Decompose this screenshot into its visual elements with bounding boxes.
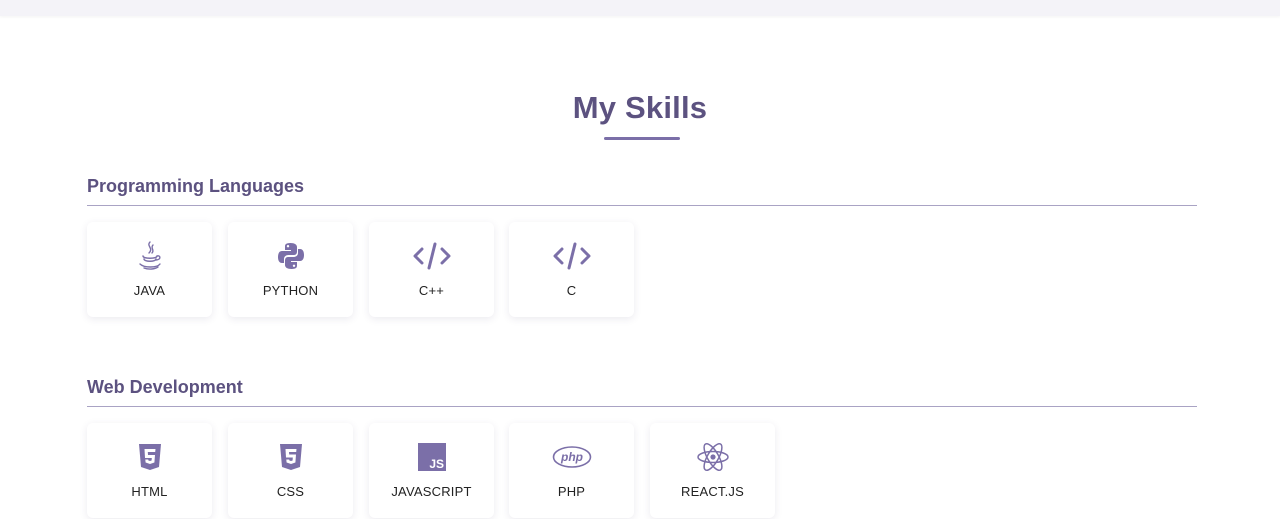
code-icon: [509, 238, 634, 274]
skill-label: PHP: [557, 484, 586, 499]
skill-card-php: php PHP: [509, 423, 634, 518]
code-icon: [369, 238, 494, 274]
js-badge-text: JS: [429, 457, 444, 471]
css3-icon: [228, 439, 353, 475]
skill-card-html: HTML: [87, 423, 212, 518]
react-icon: [650, 439, 775, 475]
js-icon: JS: [369, 439, 494, 475]
section-heading-web-development: Web Development: [87, 377, 243, 397]
php-icon: php: [509, 439, 634, 475]
skill-card-reactjs: REACT.JS: [650, 423, 775, 518]
section-divider: [87, 205, 1197, 206]
skill-label: REACT.JS: [680, 484, 744, 499]
top-navbar: [0, 0, 1280, 16]
skill-card-c: C: [509, 222, 634, 317]
skill-card-javascript: JS JAVASCRIPT: [369, 423, 494, 518]
title-underline: [604, 137, 680, 140]
skill-label: PYTHON: [262, 283, 319, 298]
skill-card-java: JAVA: [87, 222, 212, 317]
skill-card-python: PYTHON: [228, 222, 353, 317]
section-heading-programming-languages: Programming Languages: [87, 176, 305, 196]
php-badge-text: php: [560, 450, 583, 464]
skill-label: CSS: [276, 484, 305, 499]
skill-card-css: CSS: [228, 423, 353, 518]
skill-label: C: [566, 283, 577, 298]
html5-icon: [87, 439, 212, 475]
page-title: My Skills: [572, 90, 708, 125]
section-divider: [87, 406, 1197, 407]
skill-label: HTML: [131, 484, 168, 499]
skill-card-cpp: C++: [369, 222, 494, 317]
skill-label: JAVA: [133, 283, 166, 298]
skill-label: JAVASCRIPT: [391, 484, 472, 499]
python-icon: [228, 238, 353, 274]
java-icon: [87, 238, 212, 274]
skill-label: C++: [418, 283, 445, 298]
